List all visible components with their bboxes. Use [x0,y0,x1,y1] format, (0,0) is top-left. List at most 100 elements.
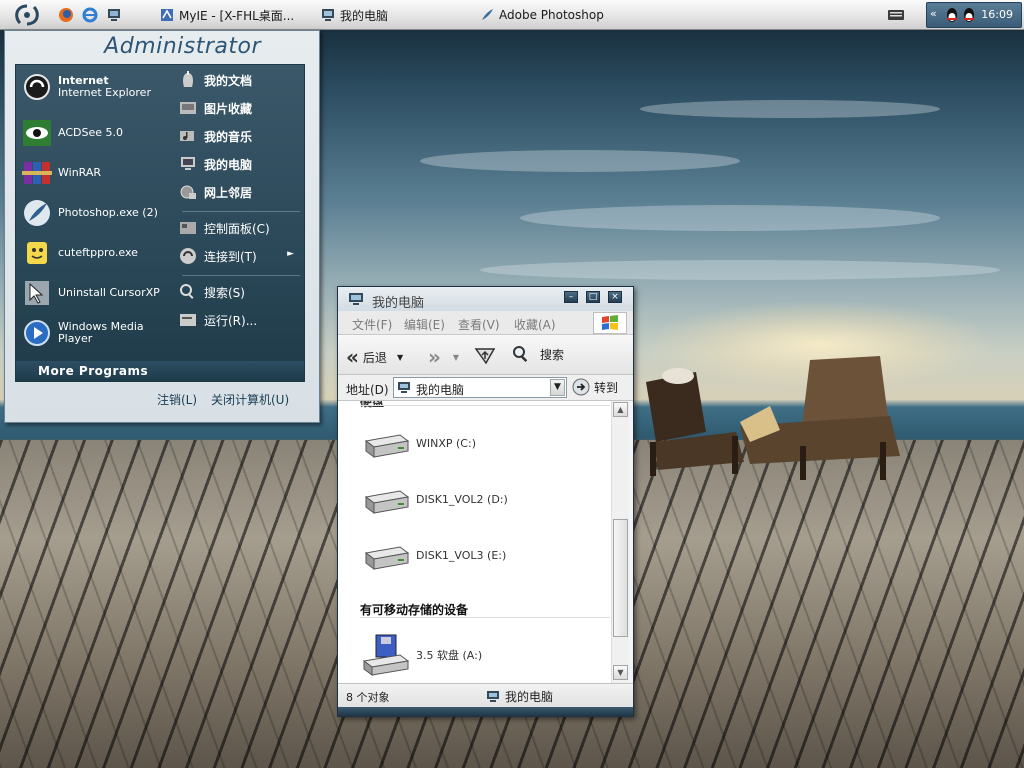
program-internet-explorer[interactable]: Internet Internet Explorer [22,69,172,105]
hard-drive-icon [364,490,410,514]
keyboard-icon[interactable] [888,8,904,24]
hard-drive-icon [364,434,410,458]
internet-explorer-icon [22,72,52,102]
myie-icon [160,8,174,22]
menu-bar: 文件(F) 编辑(E) 查看(V) 收藏(A) [338,311,633,335]
place-my-pictures[interactable]: 图片收藏 [178,97,302,119]
task-label: Adobe Photoshop [499,8,604,22]
start-orb-icon [15,4,39,26]
place-label: 搜索(S) [204,285,245,300]
search-button[interactable]: 搜索 [512,345,564,363]
hard-drive-icon [364,546,410,570]
pictures-icon [178,99,198,117]
back-arrow-icon: « [346,345,359,369]
start-menu: Administrator Internet Internet Explorer … [4,30,320,423]
program-acdsee[interactable]: ACDSee 5.0 [22,115,172,151]
shutdown-button[interactable]: 关闭计算机(U) [211,391,289,408]
taskbar: MyIE - [X-FHL桌面... 我的电脑 Adobe Photoshop … [0,0,1024,30]
window-titlebar[interactable]: 我的电脑 – □ × [338,287,633,311]
place-label: 控制面板(C) [204,221,270,236]
winrar-icon [22,158,52,188]
more-programs-button[interactable]: More Programs [16,361,304,382]
place-control-panel[interactable]: 控制面板(C) [178,217,302,239]
my-computer-window: 我的电脑 – □ × 文件(F) 编辑(E) 查看(V) 收藏(A) « 后退 … [337,286,634,717]
program-label: Uninstall CursorXP [58,286,160,299]
up-folder-button[interactable] [474,345,496,365]
address-bar: 地址(D) 我的电脑 ▼ 转到 [338,375,633,401]
cursorxp-icon [22,278,52,308]
drive-e[interactable]: DISK1_VOL3 (E:) [362,537,506,573]
drive-c[interactable]: WINXP (C:) [362,425,476,461]
menu-favorites[interactable]: 收藏(A) [514,316,556,333]
qq-icon-2[interactable] [962,7,976,23]
drive-label: DISK1_VOL2 (D:) [416,492,508,506]
logoff-button[interactable]: 注销(L) [157,391,197,408]
scroll-thumb[interactable] [613,519,628,637]
place-my-computer[interactable]: 我的电脑 [178,153,302,175]
menu-edit[interactable]: 编辑(E) [404,316,445,333]
place-connect-to[interactable]: 连接到(T) ► [178,245,302,267]
firefox-icon[interactable] [58,7,74,23]
go-button[interactable]: 转到 [572,378,618,396]
task-label: MyIE - [X-FHL桌面... [179,8,295,23]
pinned-programs: Internet Internet Explorer ACDSee 5.0 Win… [16,65,174,361]
program-subtitle: Internet Explorer [58,86,151,99]
internet-explorer-icon[interactable] [82,7,98,23]
drive-d[interactable]: DISK1_VOL2 (D:) [362,481,508,517]
address-value: 我的电脑 [416,383,465,397]
separator [182,275,300,276]
place-my-music[interactable]: 我的音乐 [178,125,302,147]
drive-a-floppy[interactable]: 3.5 软盘 (A:) [362,633,482,677]
program-photoshop[interactable]: Photoshop.exe (2) [22,195,172,231]
program-winrar[interactable]: WinRAR [22,155,172,191]
drive-label: DISK1_VOL3 (E:) [416,548,507,562]
task-photoshop[interactable]: Adobe Photoshop [480,5,604,25]
back-button[interactable]: « 后退 ▼ [346,345,403,369]
task-myie[interactable]: MyIE - [X-FHL桌面... [160,5,294,25]
scroll-up-button[interactable]: ▲ [613,402,628,417]
task-my-computer[interactable]: 我的电脑 [321,5,388,25]
qq-icon[interactable] [945,7,959,23]
deck-chair-right [740,356,900,480]
computer-icon [487,690,499,702]
program-label: WinRAR [58,166,102,179]
cloud [420,150,740,172]
start-button[interactable] [10,3,44,27]
start-menu-panel: Internet Internet Explorer ACDSee 5.0 Win… [15,64,305,382]
toolbar: « 后退 ▼ » ▼ 搜索 [338,335,633,375]
place-run[interactable]: 运行(R)... [178,309,302,331]
object-count: 8 个对象 [346,691,390,704]
place-network[interactable]: 网上邻居 [178,181,302,203]
go-label: 转到 [594,380,619,395]
vertical-scrollbar[interactable]: ▲ ▼ [611,401,629,683]
place-label: 网上邻居 [204,185,253,200]
task-label: 我的电脑 [340,8,389,23]
submenu-arrow-icon: ► [287,249,294,259]
chevron-down-icon[interactable]: ▼ [550,379,565,396]
address-input[interactable]: 我的电脑 ▼ [393,377,567,398]
scroll-down-button[interactable]: ▼ [613,665,628,680]
clock[interactable]: 16:09 [981,8,1013,21]
cuteftp-icon [22,238,52,268]
program-label: Photoshop.exe (2) [58,206,158,219]
forward-button[interactable]: » ▼ [428,345,459,369]
place-my-documents[interactable]: 我的文档 [178,69,302,91]
search-label: 搜索 [540,347,565,362]
tray-expand-icon[interactable]: « [930,7,937,20]
minimize-button[interactable]: – [564,291,578,303]
back-label: 后退 [362,350,387,365]
status-bar: 8 个对象 我的电脑 [338,683,633,707]
place-label: 我的音乐 [204,129,253,144]
window-title: 我的电脑 [372,296,425,311]
run-icon [178,311,198,329]
program-cuteftp[interactable]: cuteftppro.exe [22,235,172,271]
file-view: 硬盘 WINXP (C:) DISK1_VOL2 (D:) DISK1_VOL3… [338,401,611,683]
show-desktop-icon[interactable] [106,7,122,23]
maximize-button[interactable]: □ [586,291,600,303]
close-button[interactable]: × [608,291,622,303]
place-search[interactable]: 搜索(S) [178,281,302,303]
program-windows-media-player[interactable]: Windows Media Player [22,315,172,351]
menu-file[interactable]: 文件(F) [352,316,392,333]
program-uninstall-cursorxp[interactable]: Uninstall CursorXP [22,275,172,311]
menu-view[interactable]: 查看(V) [458,316,500,333]
